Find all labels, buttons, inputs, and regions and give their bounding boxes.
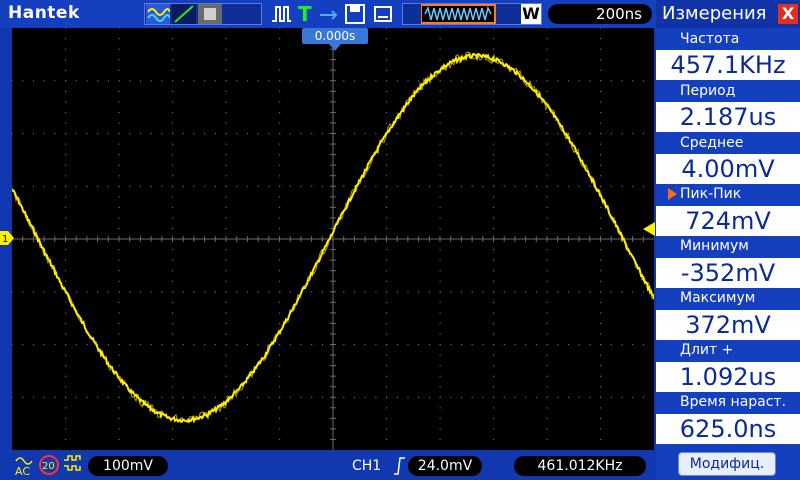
rising-edge-icon — [394, 457, 405, 475]
svg-text:20: 20 — [42, 461, 55, 472]
record-preview-group[interactable]: W — [402, 3, 542, 25]
measure-label-frequency: Частота — [680, 31, 740, 47]
brand-logo: Hantek — [8, 3, 80, 23]
measure-label-maximum: Максимум — [680, 290, 756, 306]
waveform-icon[interactable] — [146, 4, 170, 24]
top-toolbar: Hantek T W 200ns — [0, 0, 656, 28]
measure-value-rise-time[interactable]: 625.0ns — [656, 414, 800, 444]
measure-label-period: Период — [680, 83, 736, 99]
trigger-position-marker — [329, 44, 341, 51]
measure-value-period[interactable]: 2.187us — [656, 102, 800, 132]
trigger-slope-icon[interactable] — [172, 4, 196, 24]
svg-text:AC: AC — [15, 465, 30, 477]
ac-coupling-icon[interactable]: AC — [14, 453, 36, 477]
waveform-mode-badge[interactable]: W — [521, 4, 541, 24]
trigger-level-readout[interactable]: 24.0mV — [408, 456, 482, 476]
svg-text:1: 1 — [2, 234, 8, 245]
measure-value-frequency[interactable]: 457.1KHz — [656, 50, 800, 80]
ch1-volts-div[interactable]: 100mV — [88, 456, 168, 476]
ch1-trace — [12, 51, 654, 424]
pulse-icon[interactable] — [270, 3, 292, 25]
bw-limit-icon[interactable]: 20 — [38, 454, 60, 476]
measure-label-mean: Среднее — [680, 135, 744, 151]
ch1-waveform-noise — [12, 51, 654, 424]
trigger-frequency-readout: 461.012KHz — [514, 456, 646, 476]
measure-value-mean[interactable]: 4.00mV — [656, 154, 800, 184]
trigger-T-icon[interactable]: T — [296, 3, 316, 25]
memory-icon[interactable] — [198, 4, 222, 24]
timebase-readout[interactable]: 200ns — [548, 4, 652, 24]
svg-text:T: T — [298, 3, 312, 25]
close-button[interactable]: X — [778, 4, 798, 24]
trigger-position-readout[interactable]: 0.000s — [302, 28, 368, 44]
modify-button[interactable]: Модифиц. — [678, 452, 776, 476]
invert-icon[interactable] — [62, 454, 84, 476]
measurement-panel: Измерения X Частота 457.1KHz Период 2.18… — [656, 0, 800, 480]
save-icon[interactable] — [344, 3, 366, 25]
measure-value-minimum[interactable]: -352mV — [656, 258, 800, 288]
measure-value-pos-width[interactable]: 1.092us — [656, 362, 800, 392]
measure-label-pos-width: Длит + — [680, 342, 734, 358]
measure-value-maximum[interactable]: 372mV — [656, 310, 800, 340]
measure-label-rise-time: Время нараст. — [680, 394, 787, 410]
ch1-marker[interactable]: 1 — [0, 231, 14, 245]
trigger-level-marker[interactable] — [643, 222, 655, 236]
oscilloscope-ui: Hantek T W 200ns 0.000s 1 Измерения X Ча… — [0, 0, 800, 480]
measure-label-minimum: Минимум — [680, 238, 749, 254]
record-icon[interactable] — [372, 3, 394, 25]
record-preview-icon[interactable] — [421, 4, 521, 24]
acquire-mode-group[interactable] — [144, 3, 262, 25]
usb-icon[interactable] — [318, 3, 338, 25]
waveform-screen[interactable] — [12, 28, 654, 450]
measure-value-peak-to-peak[interactable]: 724mV — [656, 206, 800, 236]
measure-label-peak-to-peak: Пик-Пик — [680, 186, 742, 202]
bottom-status-bar: AC 20 100mV CH1 24.0mV 461.012KHz — [0, 450, 656, 480]
trigger-source-label: CH1 — [352, 458, 382, 474]
